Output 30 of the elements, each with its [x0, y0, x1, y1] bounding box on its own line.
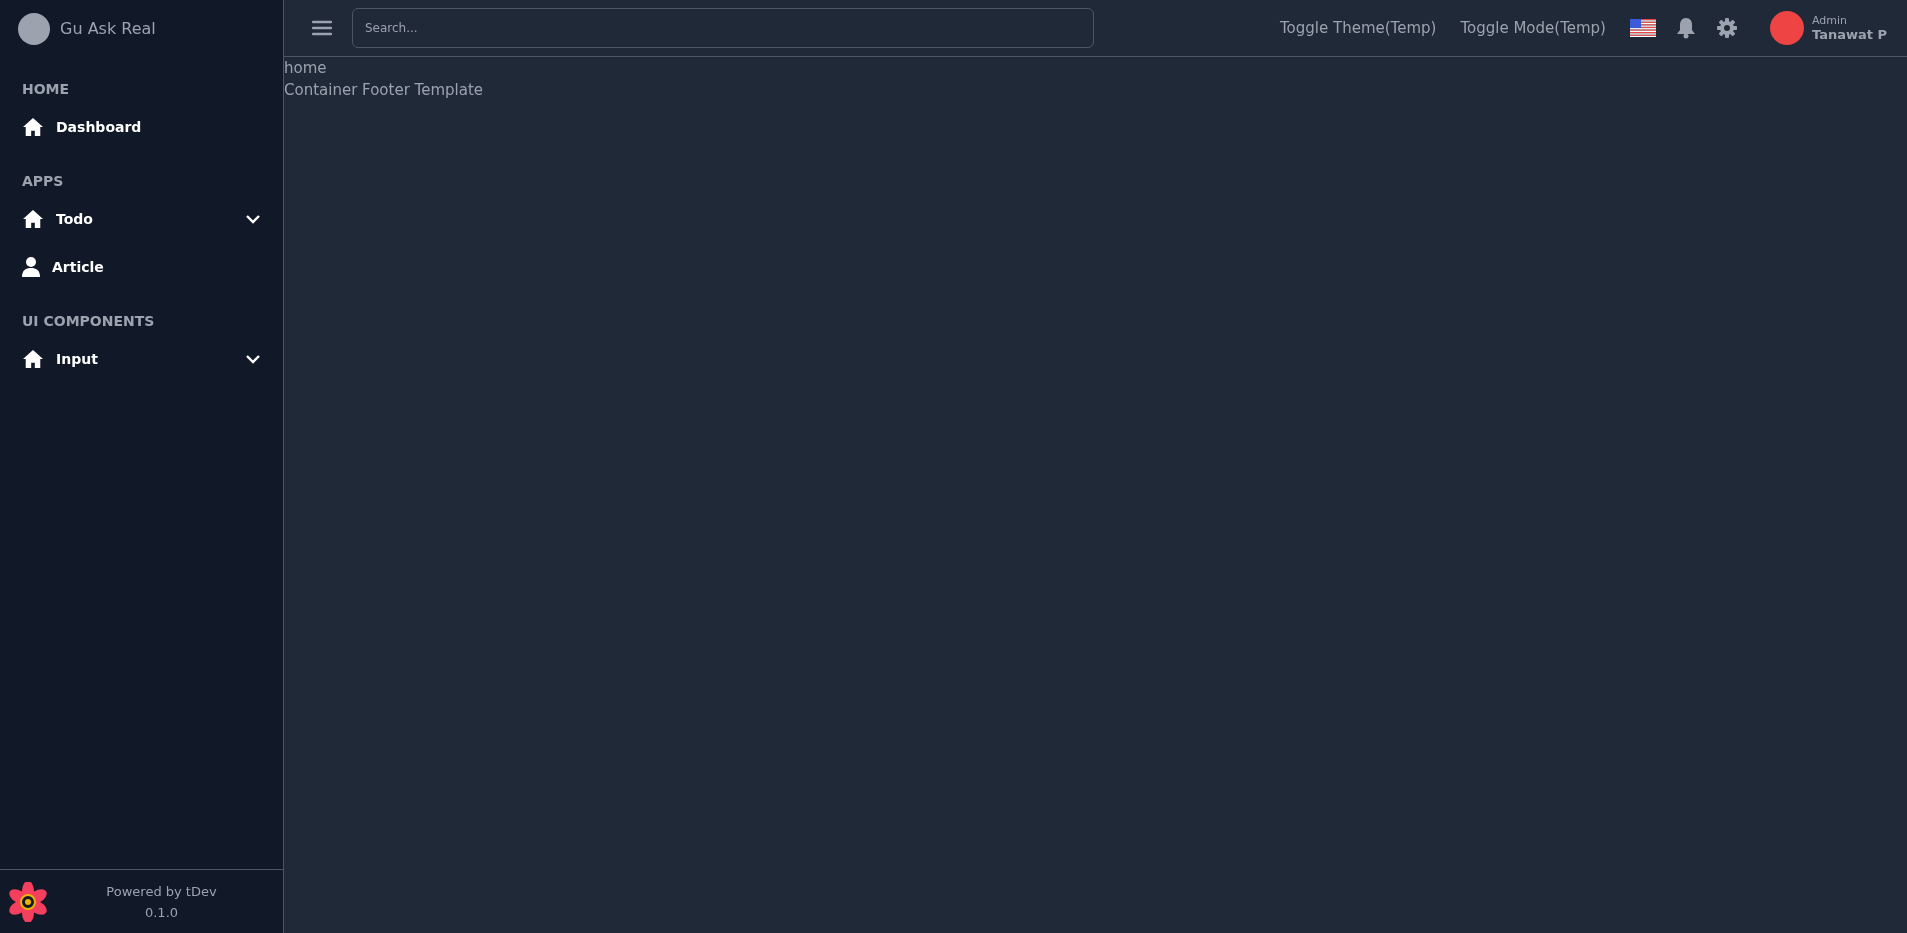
chevron-down-icon	[245, 214, 261, 224]
search-field[interactable]: Search...	[352, 8, 1094, 48]
chevron-down-icon	[245, 354, 261, 364]
menu-button[interactable]	[312, 20, 332, 36]
content-text: home	[284, 59, 328, 77]
home-icon	[22, 117, 44, 137]
sidebar-item[interactable]: Article	[18, 243, 265, 291]
user-role: Admin	[1811, 14, 1848, 27]
flag-button[interactable]	[1629, 19, 1656, 37]
sidebar-item[interactable]: Todo	[18, 195, 265, 243]
content-text: Container Footer Template	[284, 81, 484, 99]
user-icon	[22, 257, 40, 277]
notification-button[interactable]	[1675, 17, 1696, 39]
home-icon	[22, 349, 44, 369]
section-title: UI COMPONENTS	[22, 313, 156, 329]
section-title: APPS	[22, 173, 65, 189]
brand-name: Gu Ask Real	[60, 19, 156, 38]
section-title: HOME	[22, 81, 71, 97]
settings-button[interactable]	[1715, 17, 1738, 39]
powered-by-text: Powered by tDev	[106, 883, 217, 899]
home-icon	[22, 209, 44, 229]
toggle-link[interactable]: Toggle Theme(Temp)	[1280, 19, 1437, 37]
logo-circle	[18, 12, 50, 45]
user-avatar[interactable]	[1769, 11, 1804, 45]
sidebar-item[interactable]: Input	[18, 335, 265, 383]
version-text: 0.1.0	[144, 904, 179, 920]
toggle-link[interactable]: Toggle Mode(Temp)	[1460, 19, 1606, 37]
user-name: Tanawat P	[1811, 27, 1887, 42]
sidebar-item[interactable]: Dashboard	[18, 103, 265, 151]
flower-logo-icon	[8, 881, 48, 922]
